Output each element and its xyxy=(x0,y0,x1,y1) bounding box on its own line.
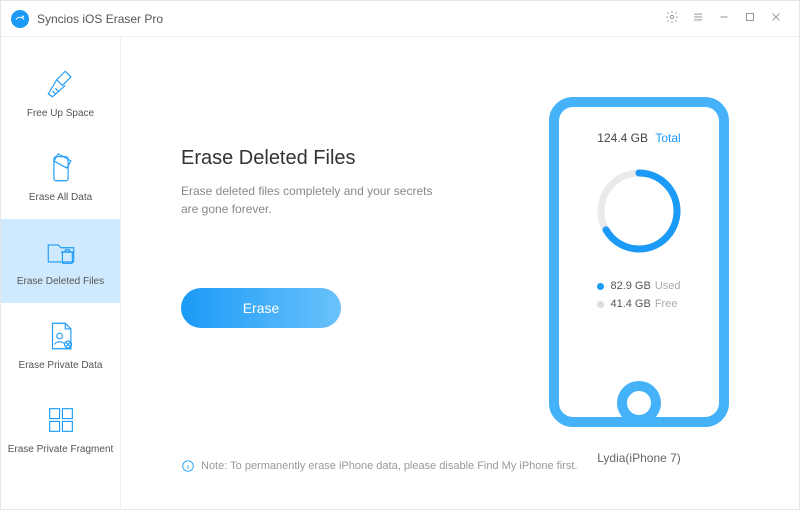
app-logo-icon xyxy=(11,10,29,28)
dot-icon xyxy=(597,301,604,308)
page-heading: Erase Deleted Files xyxy=(181,147,509,170)
sidebar-item-label: Erase Private Data xyxy=(13,360,109,372)
sidebar-item-label: Free Up Space xyxy=(21,108,100,120)
maximize-button[interactable] xyxy=(737,6,763,32)
menu-icon xyxy=(691,10,705,27)
phone-frame: 124.4 GB Total 82.9 GB Used xyxy=(549,97,729,427)
maximize-icon xyxy=(743,10,757,27)
legend-used-label: Used xyxy=(655,280,681,292)
sidebar-item-erase-deleted-files[interactable]: Erase Deleted Files xyxy=(1,219,120,303)
folder-trash-icon xyxy=(43,234,79,270)
note-text: Note: To permanently erase iPhone data, … xyxy=(201,460,577,472)
sidebar-item-free-up-space[interactable]: Free Up Space xyxy=(1,51,120,135)
sidebar-item-label: Erase All Data xyxy=(23,192,98,204)
storage-ring-chart xyxy=(589,161,689,266)
file-user-x-icon xyxy=(43,318,79,354)
title-bar: Syncios iOS Eraser Pro xyxy=(1,1,799,37)
legend-free-value: 41.4 GB xyxy=(610,298,650,310)
fragment-icon xyxy=(43,402,79,438)
legend-free: 41.4 GB Free xyxy=(597,298,677,310)
storage-legend: 82.9 GB Used 41.4 GB Free xyxy=(597,280,680,310)
device-panel: 124.4 GB Total 82.9 GB Used xyxy=(509,77,769,489)
minimize-icon xyxy=(717,10,731,27)
home-button-icon xyxy=(624,388,654,418)
device-name: Lydia(iPhone 7) xyxy=(597,451,681,465)
info-icon xyxy=(181,459,195,473)
legend-used: 82.9 GB Used xyxy=(597,280,680,292)
dot-icon xyxy=(597,283,604,290)
sidebar-item-erase-all-data[interactable]: Erase All Data xyxy=(1,135,120,219)
close-button[interactable] xyxy=(763,6,789,32)
minimize-button[interactable] xyxy=(711,6,737,32)
legend-used-value: 82.9 GB xyxy=(610,280,650,292)
close-icon xyxy=(769,10,783,27)
menu-button[interactable] xyxy=(685,6,711,32)
storage-total: 124.4 GB Total xyxy=(597,131,680,145)
legend-free-label: Free xyxy=(655,298,678,310)
main-content: Erase Deleted Files Erase deleted files … xyxy=(121,37,799,509)
sidebar-item-label: Erase Deleted Files xyxy=(11,276,110,288)
sidebar-item-erase-private-fragment[interactable]: Erase Private Fragment xyxy=(1,387,120,471)
broom-icon xyxy=(43,66,79,102)
sidebar-item-label: Erase Private Fragment xyxy=(2,444,120,456)
storage-total-label: Total xyxy=(655,131,680,145)
settings-button[interactable] xyxy=(659,6,685,32)
left-pane: Erase Deleted Files Erase deleted files … xyxy=(181,77,509,489)
note-row: Note: To permanently erase iPhone data, … xyxy=(181,459,577,473)
erase-phone-icon xyxy=(43,150,79,186)
erase-button[interactable]: Erase xyxy=(181,288,341,328)
storage-total-value: 124.4 GB xyxy=(597,131,648,145)
gear-icon xyxy=(665,10,679,27)
app-title: Syncios iOS Eraser Pro xyxy=(37,12,163,26)
page-subtext: Erase deleted files completely and your … xyxy=(181,182,441,218)
sidebar-item-erase-private-data[interactable]: Erase Private Data xyxy=(1,303,120,387)
sidebar: Free Up Space Erase All Data Erase Delet… xyxy=(1,37,121,509)
